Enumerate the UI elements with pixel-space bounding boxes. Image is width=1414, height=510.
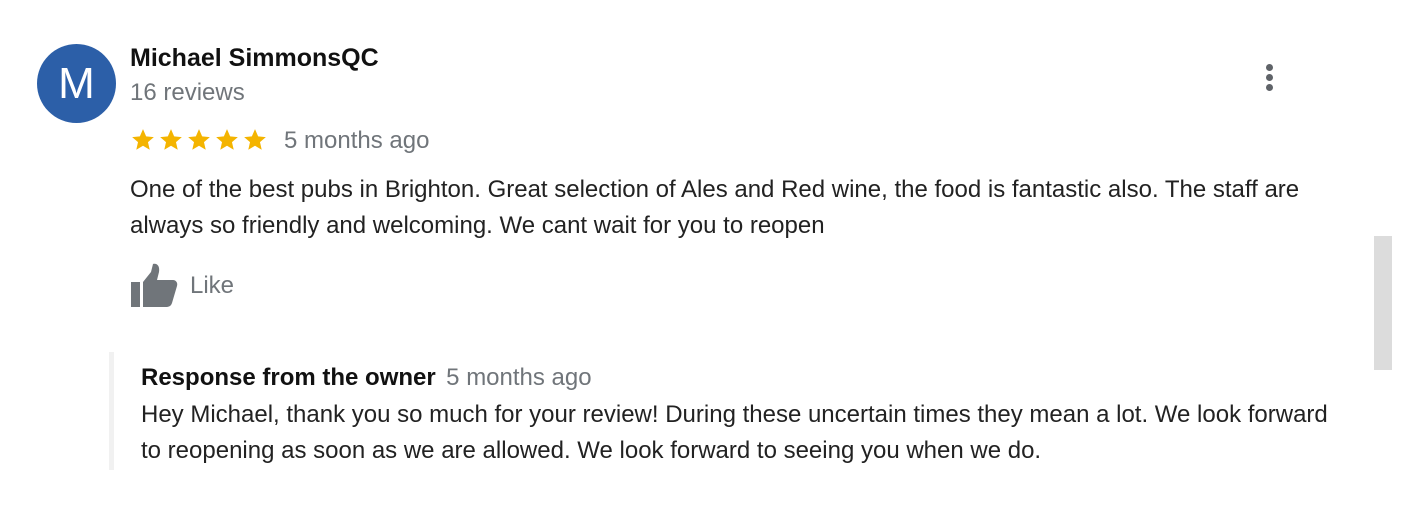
scrollbar-thumb[interactable] <box>1374 236 1392 370</box>
owner-response-text: Hey Michael, thank you so much for your … <box>141 401 1328 464</box>
star-icon <box>214 124 240 156</box>
star-icon <box>242 124 268 156</box>
review-text: One of the best pubs in Brighton. Great … <box>130 176 1300 239</box>
more-options-button[interactable] <box>1255 58 1285 96</box>
thumbs-up-icon <box>131 263 178 307</box>
review-card: M Michael SimmonsQC 16 reviews 5 months … <box>0 0 1414 510</box>
author-name[interactable]: Michael SimmonsQC <box>130 44 379 73</box>
avatar[interactable]: M <box>37 44 116 123</box>
owner-response-title: Response from the owner <box>141 364 436 391</box>
more-vert-icon-dot <box>1266 74 1273 81</box>
star-icon <box>158 124 184 156</box>
like-label: Like <box>190 272 235 299</box>
more-vert-icon-dot <box>1266 84 1273 91</box>
star-rating <box>130 124 268 156</box>
review-count[interactable]: 16 reviews <box>130 79 245 107</box>
owner-response-header: Response from the owner 5 months ago <box>141 364 592 392</box>
review-date: 5 months ago <box>284 127 430 154</box>
more-vert-icon <box>1266 64 1273 71</box>
star-icon <box>130 124 156 156</box>
like-button[interactable]: Like <box>130 263 234 309</box>
owner-response-date: 5 months ago <box>446 364 592 391</box>
owner-response: Response from the owner 5 months ago Hey… <box>109 352 1354 470</box>
star-icon <box>186 124 212 156</box>
